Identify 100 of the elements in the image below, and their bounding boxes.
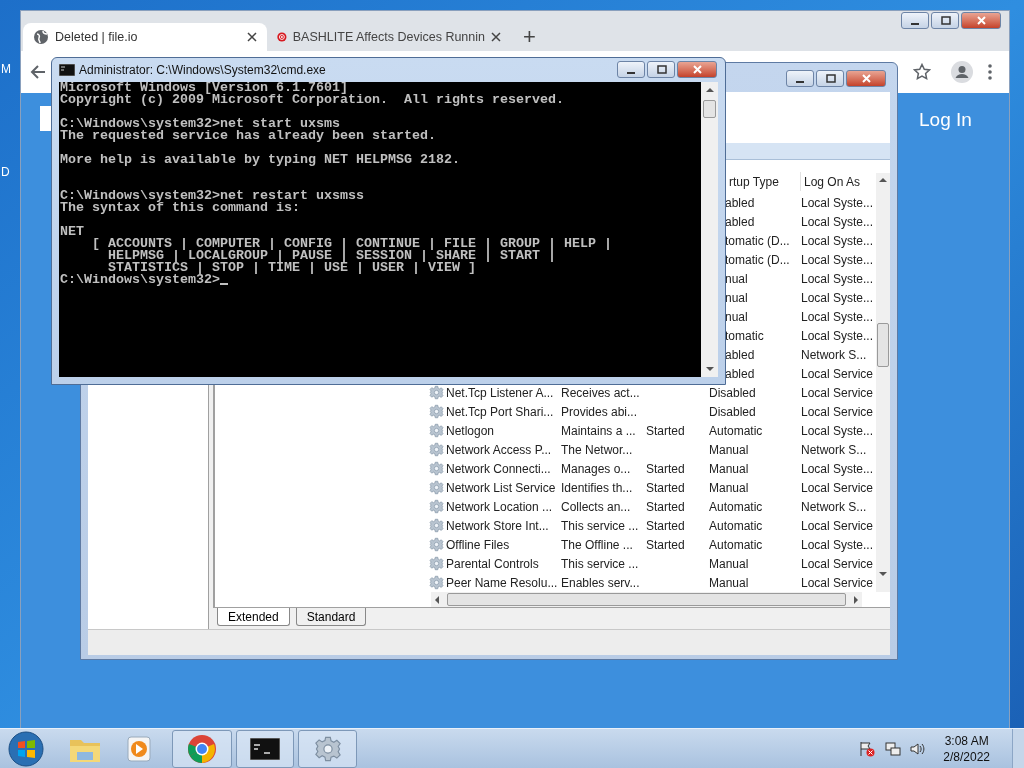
network-icon[interactable] (885, 740, 902, 757)
startup-type: Automatic (709, 537, 763, 552)
startup-type: abled (725, 366, 755, 381)
console-icon (59, 64, 75, 76)
horizontal-scrollbar[interactable] (431, 592, 862, 607)
startup-type: Automatic (709, 499, 763, 514)
startup-type: Automatic (709, 423, 763, 438)
service-name: Network List Service (446, 479, 556, 497)
service-status: Started (646, 461, 685, 476)
startup-type: Manual (709, 461, 749, 476)
service-name: Net.Tcp Listener A... (446, 384, 554, 402)
scroll-down-icon[interactable] (705, 365, 714, 373)
window-title: Administrator: C:\Windows\System32\cmd.exe (79, 62, 326, 79)
clock-date[interactable]: 2/8/2022 (943, 748, 990, 765)
log-on-as: Local Syste... (801, 252, 874, 267)
tab-title: Deleted | file.io (55, 28, 139, 46)
new-tab-button[interactable]: + (523, 25, 536, 49)
flag-icon[interactable] (859, 740, 876, 757)
browser-tab[interactable]: BASHLITE Affects Devices Runnin (267, 23, 511, 51)
back-arrow-icon[interactable] (29, 63, 47, 81)
startup-type: tomatic (D... (725, 233, 790, 248)
startup-type: nual (725, 309, 748, 324)
cmd-taskbar-button[interactable] (236, 729, 294, 768)
gear-icon (429, 480, 444, 495)
text-cursor (219, 283, 228, 285)
scroll-left-icon[interactable] (433, 595, 441, 604)
vertical-scrollbar[interactable] (701, 82, 718, 377)
log-on-as: Local Syste... (801, 537, 874, 552)
startup-type: tomatic (D... (725, 252, 790, 267)
vertical-scrollbar[interactable] (876, 173, 890, 592)
scroll-up-icon[interactable] (879, 176, 887, 184)
close-icon (860, 73, 872, 84)
service-description: Identifies th... (561, 480, 633, 495)
start-button[interactable] (6, 728, 46, 768)
startup-type: nual (725, 271, 748, 286)
service-name: Network Location ... (446, 498, 553, 516)
view-tab[interactable]: Standard (295, 608, 367, 626)
scrollbar-thumb[interactable] (447, 593, 846, 606)
startup-type: tomatic (725, 328, 764, 343)
maximize-button[interactable] (647, 61, 675, 78)
scroll-right-icon[interactable] (852, 595, 860, 604)
close-button[interactable] (961, 12, 1001, 29)
profile-icon[interactable] (951, 61, 973, 83)
scrollbar-thumb[interactable] (703, 100, 716, 118)
service-name: Peer Name Resolu... (446, 574, 558, 592)
log-on-as: Local Syste... (801, 290, 874, 305)
minimize-icon (627, 71, 635, 74)
service-status: Started (646, 518, 685, 533)
gear-icon (429, 499, 444, 514)
log-on-as: Local Syste... (801, 233, 874, 248)
maximize-button[interactable] (816, 70, 844, 87)
service-description: Maintains a ... (561, 423, 636, 438)
service-name: Network Store Int... (446, 517, 549, 535)
view-tab[interactable]: Extended (217, 608, 290, 626)
log-on-as: Local Service (801, 480, 874, 495)
log-on-as: Network S... (801, 347, 867, 362)
minimize-button[interactable] (617, 61, 645, 78)
clock-time[interactable]: 3:08 AM (944, 732, 989, 749)
maximize-button[interactable] (931, 12, 959, 29)
close-icon[interactable] (491, 32, 501, 42)
gear-icon (429, 423, 444, 438)
startup-type: Disabled (709, 404, 756, 419)
console-prompt: C:\Windows\system32> (60, 274, 220, 286)
maximize-icon (655, 64, 667, 75)
close-icon[interactable] (247, 32, 257, 42)
column-header[interactable]: rtup Type (729, 172, 779, 191)
log-on-as: Network S... (801, 442, 867, 457)
gear-icon (429, 575, 444, 590)
service-description: The Offline ... (561, 537, 633, 552)
close-button[interactable] (846, 70, 886, 87)
scroll-down-icon[interactable] (879, 570, 887, 578)
gear-icon (429, 518, 444, 533)
gear-icon (313, 734, 342, 763)
service-name: Net.Tcp Port Shari... (446, 403, 554, 421)
startup-type: abled (725, 214, 755, 229)
maximize-icon (824, 73, 836, 84)
minimize-icon (911, 22, 919, 25)
scrollbar-thumb[interactable] (877, 323, 889, 367)
star-icon[interactable] (913, 63, 931, 81)
column-header[interactable]: Log On As (801, 172, 876, 191)
startup-type: nual (725, 290, 748, 305)
minimize-button[interactable] (901, 12, 929, 29)
close-icon (975, 15, 987, 26)
close-button[interactable] (677, 61, 717, 78)
browser-tab[interactable]: Deleted | file.io (23, 23, 267, 51)
log-on-as: Local Syste... (801, 309, 874, 324)
startup-type: abled (725, 347, 755, 362)
globe-icon (33, 29, 49, 45)
service-description: Receives act... (561, 385, 640, 400)
log-on-as: Local Service (801, 518, 874, 533)
tab-title: BASHLITE Affects Devices Runnin (292, 28, 485, 46)
menu-icon[interactable] (987, 63, 993, 81)
service-name: Parental Controls (446, 555, 539, 573)
volume-icon[interactable] (909, 740, 926, 757)
minimize-button[interactable] (786, 70, 814, 87)
startup-type: abled (725, 195, 755, 210)
service-description: Collects an... (561, 499, 631, 514)
log-on-as: Local Syste... (801, 328, 874, 343)
startup-type: Manual (709, 442, 749, 457)
desktop-icon-label: M (1, 61, 11, 78)
